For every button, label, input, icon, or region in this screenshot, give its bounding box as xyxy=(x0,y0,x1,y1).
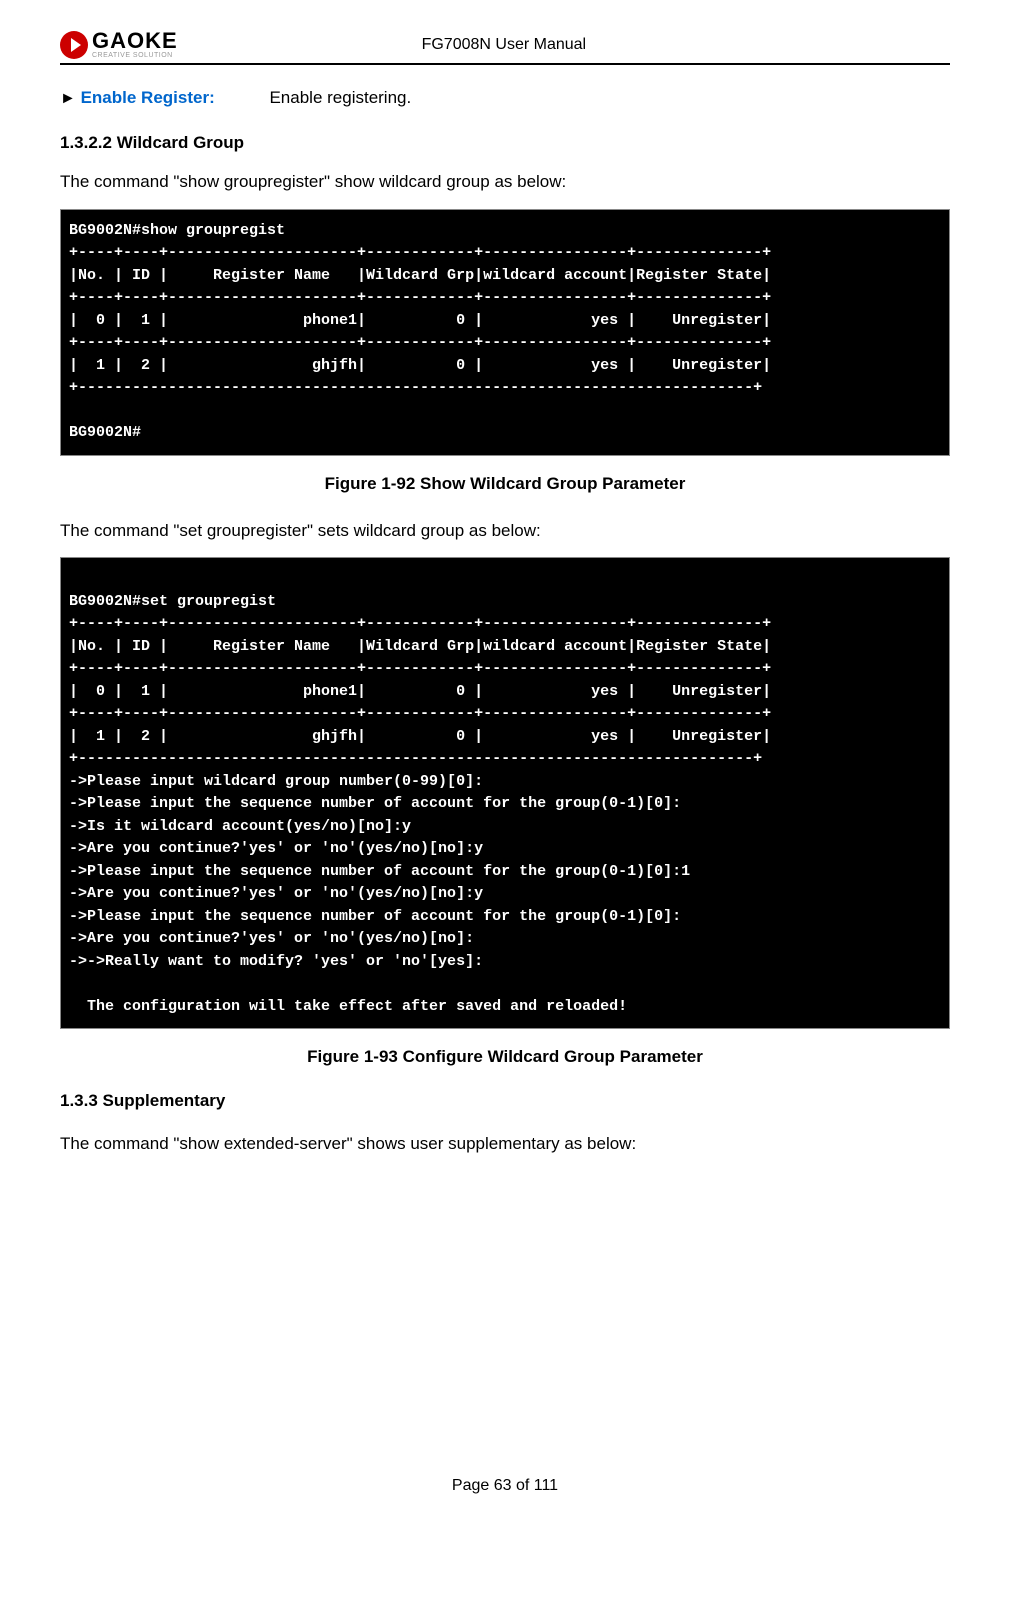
section-heading-1-3-2-2: 1.3.2.2 Wildcard Group xyxy=(60,133,950,153)
logo: GAOKE CREATIVE SOLUTION xyxy=(60,30,178,59)
figure-caption-1-92: Figure 1-92 Show Wildcard Group Paramete… xyxy=(60,474,950,494)
header-title: FG7008N User Manual xyxy=(178,36,950,54)
enable-register-desc: Enable registering. xyxy=(269,88,411,107)
page-container: GAOKE CREATIVE SOLUTION FG7008N User Man… xyxy=(0,0,1010,1535)
enable-register-line: ► Enable Register: Enable registering. xyxy=(60,85,950,111)
terminal-set-groupregist: BG9002N#set groupregist +----+----+-----… xyxy=(60,557,950,1029)
figure-caption-1-93: Figure 1-93 Configure Wildcard Group Par… xyxy=(60,1047,950,1067)
supplementary-intro-text: The command "show extended-server" shows… xyxy=(60,1131,950,1157)
wildcard-intro-text: The command "show groupregister" show wi… xyxy=(60,169,950,195)
page-header: GAOKE CREATIVE SOLUTION FG7008N User Man… xyxy=(60,30,950,65)
arrow-icon: ► xyxy=(60,90,76,107)
terminal-show-groupregist: BG9002N#show groupregist +----+----+----… xyxy=(60,209,950,456)
logo-sub-text: CREATIVE SOLUTION xyxy=(92,52,178,59)
enable-register-label: Enable Register: xyxy=(81,88,215,107)
logo-main-text: GAOKE xyxy=(92,30,178,52)
logo-icon xyxy=(60,31,88,59)
section-heading-1-3-3: 1.3.3 Supplementary xyxy=(60,1091,950,1111)
page-footer: Page 63 of 111 xyxy=(60,1477,950,1495)
wildcard-intro2-text: The command "set groupregister" sets wil… xyxy=(60,518,950,544)
logo-text-block: GAOKE CREATIVE SOLUTION xyxy=(92,30,178,59)
